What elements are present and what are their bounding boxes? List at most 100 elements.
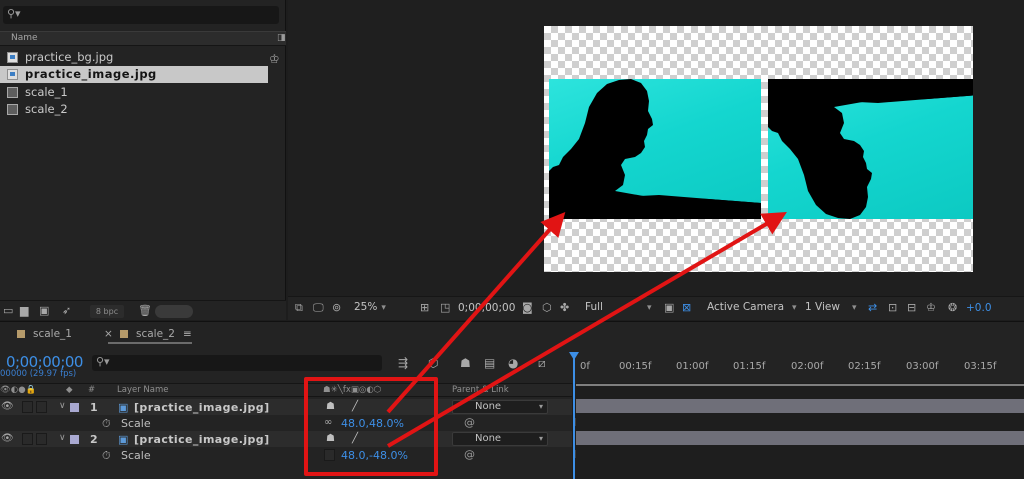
parent-link-column-header[interactable]: Parent & Link [452, 385, 509, 395]
chevron-down-icon[interactable]: ∨ [59, 433, 66, 443]
expression-pickwhip-icon[interactable]: @ [464, 416, 475, 429]
project-footer-toolbar: ▭ ▆ ▣ ➶ 8 bpc 🗑 [0, 300, 286, 320]
layer-name[interactable]: [practice_image.jpg] [134, 433, 270, 446]
shy-layers-icon[interactable]: ☗ [460, 356, 471, 370]
eye-icon[interactable]: 👁 [1, 401, 14, 412]
playhead-line[interactable] [573, 352, 575, 479]
viewer-timecode[interactable]: 0;00;00;00 [458, 302, 515, 314]
stopwatch-icon[interactable]: ⏱ [102, 449, 111, 463]
layer-name-column-header[interactable]: Layer Name [117, 385, 168, 395]
frame-blending-icon[interactable]: ▤ [484, 356, 495, 370]
monitor-icon[interactable]: 🖵 [313, 301, 324, 315]
fast-previews-icon[interactable]: ▣ [664, 301, 674, 314]
project-item[interactable]: scale_1 [0, 84, 286, 101]
project-search-input[interactable]: ⚲▾ [3, 6, 279, 24]
column-name-label[interactable]: Name [11, 33, 38, 43]
layer-row[interactable]: 👁 ∨ 1 ▣ [practice_image.jpg] ☗ ╱ @ None▾ [0, 399, 572, 415]
solo-toggle[interactable] [22, 433, 33, 445]
ruler-label: 02:15f [848, 361, 881, 372]
project-item-name: practice_image.jpg [25, 67, 157, 81]
timeline-tracks[interactable]: I I [572, 383, 1024, 479]
eye-icon[interactable]: 👁 [1, 433, 14, 444]
vr-headset-icon[interactable]: ⊚ [332, 301, 341, 314]
lock-toggle[interactable] [36, 401, 47, 413]
ruler-label: 01:00f [676, 361, 709, 372]
snapshot-camera-icon[interactable]: ◙ [522, 301, 533, 314]
viewer-toolbar: ⧉ 🖵 ⊚ 25% ▾ ⊞ ◳ 0;00;00;00 ◙ ⬡ ✤ Full ▾ ▣ … [288, 296, 1024, 320]
project-item-selected[interactable]: practice_image.jpg [0, 66, 268, 83]
lock-toggle[interactable] [36, 433, 47, 445]
view-layout-dropdown[interactable]: 1 View ▾ [805, 301, 856, 316]
reset-exposure-icon[interactable]: ❂ [948, 301, 957, 314]
flowchart-icon[interactable]: ♔ [926, 301, 936, 314]
solo-toggle[interactable] [22, 401, 33, 413]
project-item[interactable]: practice_bg.jpg [0, 49, 286, 66]
composition-viewer [288, 0, 1024, 296]
layer-label-color[interactable] [70, 435, 79, 444]
toggle-transparency-icon[interactable]: ⊠ [682, 301, 691, 314]
tab-scale-2[interactable]: scale_2 ≡ [120, 328, 192, 340]
layer-number: 2 [90, 433, 98, 446]
stopwatch-icon[interactable]: ⏱ [102, 417, 111, 431]
layer-duration-bar[interactable] [576, 399, 1024, 413]
property-row[interactable]: ⏱ Scale 48.0,-48.0% @ [0, 447, 572, 463]
always-preview-icon[interactable]: ⧉ [295, 301, 303, 315]
active-tab-indicator [108, 342, 192, 344]
resolution-dropdown[interactable]: Full ▾ [585, 301, 652, 316]
label-column-icon[interactable]: ◆ [66, 385, 73, 395]
timeline-icon[interactable]: ⊡ [888, 301, 897, 314]
parent-dropdown[interactable]: None ▾ [452, 432, 548, 446]
interpret-footage-icon[interactable]: ▭ [3, 304, 13, 317]
3d-draft-icon[interactable]: ⬡ [428, 356, 438, 370]
transparency-grid-icon[interactable]: ◳ [440, 301, 450, 314]
tab-scale-1[interactable]: scale_1 [17, 328, 72, 340]
layer-image-normal[interactable] [549, 79, 761, 219]
project-item[interactable]: scale_2 [0, 101, 286, 118]
thumbnail-size-slider[interactable] [155, 305, 193, 318]
layer-name[interactable]: [practice_image.jpg] [134, 401, 270, 414]
flowchart-icon[interactable]: ♔ [269, 52, 280, 66]
work-area-bar[interactable] [576, 384, 1024, 386]
layer-label-color[interactable] [70, 403, 79, 412]
comp-mini-flowchart-icon[interactable]: ⇶ [398, 356, 408, 370]
new-composition-icon[interactable]: ▣ [39, 304, 49, 317]
comp-flowchart-icon[interactable]: ⊟ [907, 301, 916, 314]
timeline-search-input[interactable]: ⚲▾ [92, 355, 382, 371]
comp-color-swatch [17, 330, 25, 338]
region-of-interest-icon[interactable]: ⊞ [420, 301, 429, 314]
show-snapshot-icon[interactable]: ⬡ [542, 301, 552, 314]
expression-pickwhip-icon[interactable]: @ [464, 448, 475, 461]
tab-label: scale_2 [136, 328, 175, 340]
layer-image-flipped[interactable] [768, 79, 973, 219]
av-features-icons[interactable]: 👁◐●🔒 [0, 385, 36, 395]
parent-dropdown[interactable]: None ▾ [452, 400, 548, 414]
magnification-dropdown[interactable]: 25% ▾ [354, 301, 386, 316]
composition-canvas[interactable] [544, 26, 973, 272]
property-name: Scale [121, 449, 151, 462]
project-panel: ⚲▾ Name ◨ practice_bg.jpg practice_image… [0, 0, 286, 320]
project-item-name: scale_1 [25, 85, 68, 99]
new-folder-icon[interactable]: ▆ [20, 304, 28, 317]
close-tab-icon[interactable]: × [104, 328, 113, 340]
ruler-label: 00:15f [619, 361, 652, 372]
time-ruler[interactable]: 0f 00:15f 01:00f 01:15f 02:00f 02:15f 03… [572, 352, 1024, 382]
layer-row[interactable]: 👁 ∨ 2 ▣ [practice_image.jpg] ☗ ╱ @ None▾ [0, 431, 572, 447]
render-queue-icon[interactable]: ➶ [62, 304, 71, 317]
label-column-icon[interactable]: ◨ [277, 33, 286, 43]
color-channels-icon[interactable]: ✤ [560, 301, 569, 314]
layer-duration-bar[interactable] [576, 431, 1024, 445]
camera-value: Active Camera [707, 301, 785, 313]
number-column-header[interactable]: # [88, 385, 95, 395]
pixel-aspect-icon[interactable]: ⇄ [868, 301, 877, 314]
chevron-down-icon[interactable]: ∨ [59, 401, 66, 411]
panel-menu-icon[interactable]: ≡ [183, 328, 192, 340]
bit-depth-button[interactable]: 8 bpc [90, 305, 124, 318]
graph-editor-icon[interactable]: ⧄ [538, 356, 546, 371]
motion-blur-icon[interactable]: ◕ [508, 356, 518, 370]
camera-view-dropdown[interactable]: Active Camera ▾ [707, 301, 797, 316]
trash-icon[interactable]: 🗑 [138, 304, 152, 317]
image-file-icon: ▣ [118, 433, 129, 446]
property-row[interactable]: ⏱ Scale ∞ 48.0,48.0% @ [0, 415, 572, 431]
views-value: 1 View [805, 301, 840, 313]
exposure-value[interactable]: +0.0 [966, 302, 992, 314]
